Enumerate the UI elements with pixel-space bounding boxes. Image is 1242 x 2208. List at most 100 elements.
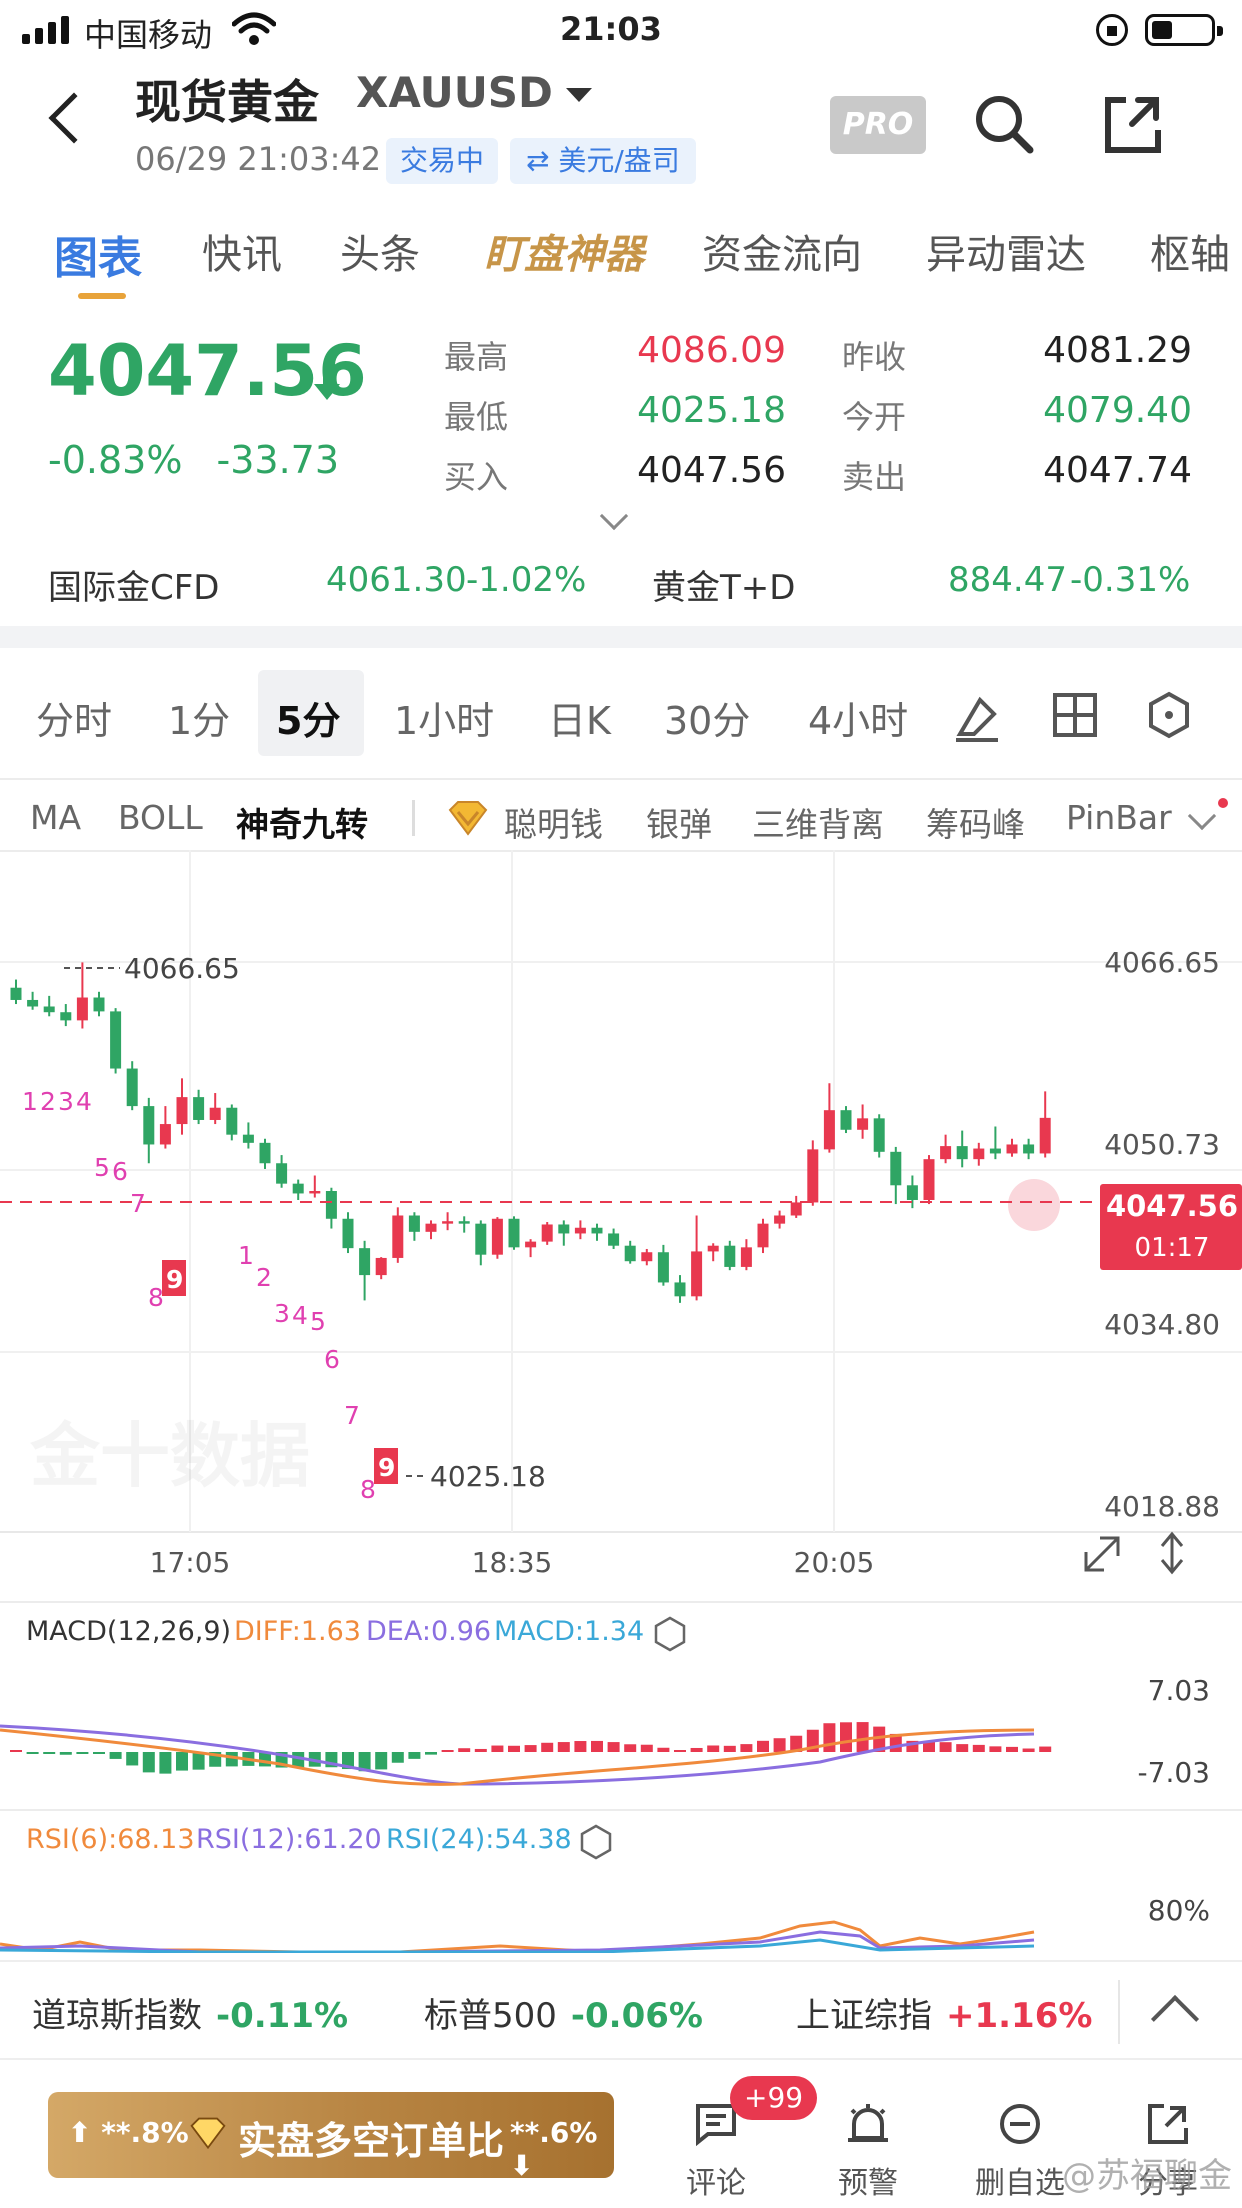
macd-value: MACD:1.34 <box>494 1616 644 1647</box>
macd-bar <box>757 1740 769 1752</box>
low-label: 最低 <box>444 398 509 436</box>
candle-body <box>508 1218 520 1248</box>
macd-settings-icon[interactable] <box>654 1616 686 1652</box>
macd-bar <box>458 1748 471 1752</box>
macd-bar <box>142 1752 155 1773</box>
macd-bar <box>939 1742 952 1752</box>
candle-body <box>608 1233 620 1246</box>
candle-body <box>442 1221 454 1224</box>
candle-countdown: 01:17 <box>1135 1233 1210 1263</box>
comment-icon <box>696 2104 736 2146</box>
indicator-boll[interactable]: BOLL <box>118 798 203 837</box>
period-daily[interactable]: 日K <box>548 690 611 745</box>
period-30min[interactable]: 30分 <box>664 690 750 745</box>
macd-bar <box>474 1748 487 1752</box>
macd-bar <box>773 1738 786 1752</box>
period-1min[interactable]: 1分 <box>168 690 230 745</box>
macd-bar <box>391 1752 404 1763</box>
last-price-tag: 4047.56 <box>1106 1189 1238 1223</box>
cfd-label[interactable]: 国际金CFD <box>48 560 219 609</box>
x-tick-label: 17:05 <box>150 1546 231 1579</box>
tab-pivot[interactable]: 枢轴 <box>1150 222 1230 280</box>
rsi-settings-icon[interactable] <box>580 1824 612 1860</box>
chevron-down-icon[interactable] <box>566 88 592 102</box>
indicator-nine-turn[interactable]: 神奇九转 <box>236 798 368 846</box>
expand-chevron-icon[interactable] <box>599 501 629 531</box>
candle-body <box>425 1223 437 1232</box>
index-shanghai[interactable]: 上证综指 +1.16% <box>796 1988 1092 2037</box>
price-chart[interactable]: 金十数据 4066.65 4050.73 4034.80 4018.88 17:… <box>0 848 1242 1953</box>
nine-turn-label: 6 <box>324 1345 340 1374</box>
candle-body <box>923 1159 935 1200</box>
high-value: 4086.09 <box>637 330 786 371</box>
settings-hexagon-icon[interactable] <box>1144 690 1194 740</box>
indicator-pinbar[interactable]: PinBar <box>1066 798 1176 837</box>
pro-button[interactable]: PRO <box>830 96 926 154</box>
tab-chart[interactable]: 图表 <box>54 222 142 286</box>
more-indicators-chevron-icon[interactable] <box>1187 801 1217 831</box>
candle-body <box>790 1202 802 1216</box>
tab-radar[interactable]: 异动雷达 <box>926 222 1086 280</box>
index-sp500[interactable]: 标普500 -0.06% <box>424 1988 703 2037</box>
tab-headlines[interactable]: 头条 <box>340 222 420 280</box>
alert-button[interactable]: 预警 <box>808 2096 928 2201</box>
share-export-icon[interactable] <box>1096 88 1168 160</box>
candle-body <box>989 1148 1001 1154</box>
search-icon[interactable] <box>968 88 1040 160</box>
rsi-y-top: 80% <box>1148 1894 1210 1927</box>
macd-diff: DIFF:1.63 <box>234 1616 361 1647</box>
high-marker: 4066.65 <box>64 952 240 985</box>
candle-body <box>840 1110 852 1130</box>
new-dot-badge <box>1218 798 1228 808</box>
candle-body <box>242 1134 254 1143</box>
index-dow[interactable]: 道琼斯指数 -0.11% <box>32 1988 348 2037</box>
candle-body <box>591 1227 603 1234</box>
unit-switch-badge[interactable]: ⇄ 美元/盎司 <box>510 138 696 184</box>
candle-body <box>292 1183 304 1194</box>
period-4h[interactable]: 4小时 <box>808 690 908 745</box>
indicator-3d-divergence[interactable]: 三维背离 <box>752 798 884 846</box>
y-tick-label: 4034.80 <box>1104 1308 1220 1341</box>
macd-bar <box>109 1752 122 1759</box>
period-timeshare[interactable]: 分时 <box>36 690 112 745</box>
candle-body <box>76 997 88 1021</box>
fullscreen-icon[interactable] <box>1084 1536 1120 1572</box>
candle-body <box>359 1248 371 1276</box>
layout-grid-icon[interactable] <box>1050 690 1100 740</box>
comment-label: 评论 <box>686 2166 746 2201</box>
long-short-ratio-banner[interactable]: ⬆ **.8% 实盘多空订单比 **.6% ⬇ <box>48 2092 614 2182</box>
tab-monitor-tool[interactable]: 盯盘神器 <box>484 222 644 280</box>
draw-tool-icon[interactable] <box>950 690 1004 744</box>
td-label[interactable]: 黄金T+D <box>652 560 795 609</box>
nine-turn-label: 1 <box>22 1087 38 1116</box>
candle-body <box>1006 1144 1018 1154</box>
macd-bar <box>989 1746 1002 1752</box>
macd-bar <box>1006 1746 1018 1752</box>
period-5min[interactable]: 5分 <box>276 690 340 745</box>
indicator-smart-money[interactable]: 聪明钱 <box>504 798 603 846</box>
candle-body <box>956 1146 968 1160</box>
macd-bar <box>26 1752 39 1754</box>
x-tick-label: 20:05 <box>794 1546 875 1579</box>
candle-body <box>873 1118 885 1152</box>
y-tick-label: 4018.88 <box>1104 1490 1220 1523</box>
indicator-silver-bullet[interactable]: 银弹 <box>646 798 712 846</box>
candlestick-series <box>10 962 1051 1303</box>
nine-turn-label: 5 <box>94 1153 110 1182</box>
index-change: -0.11% <box>216 1996 349 2036</box>
vertical-scale-icon[interactable] <box>1160 1531 1184 1575</box>
tab-fund-flow[interactable]: 资金流向 <box>702 222 862 280</box>
macd-bar <box>43 1752 56 1754</box>
indicator-ma[interactable]: MA <box>30 798 81 837</box>
period-1h[interactable]: 1小时 <box>394 690 494 745</box>
back-arrow-icon[interactable] <box>48 92 100 144</box>
tab-flash[interactable]: 快讯 <box>202 222 282 280</box>
index-name: 上证综指 <box>796 1996 932 2036</box>
long-ratio: ⬆ **.8% <box>68 2116 189 2149</box>
y-tick-label: 4050.73 <box>1104 1128 1220 1161</box>
candle-body <box>707 1245 719 1252</box>
nine-turn-label: 9 <box>166 1265 183 1294</box>
indicator-chip-peak[interactable]: 筹码峰 <box>926 798 1025 846</box>
candle-body <box>43 1006 55 1013</box>
symbol-selector[interactable]: XAUUSD <box>356 68 553 117</box>
